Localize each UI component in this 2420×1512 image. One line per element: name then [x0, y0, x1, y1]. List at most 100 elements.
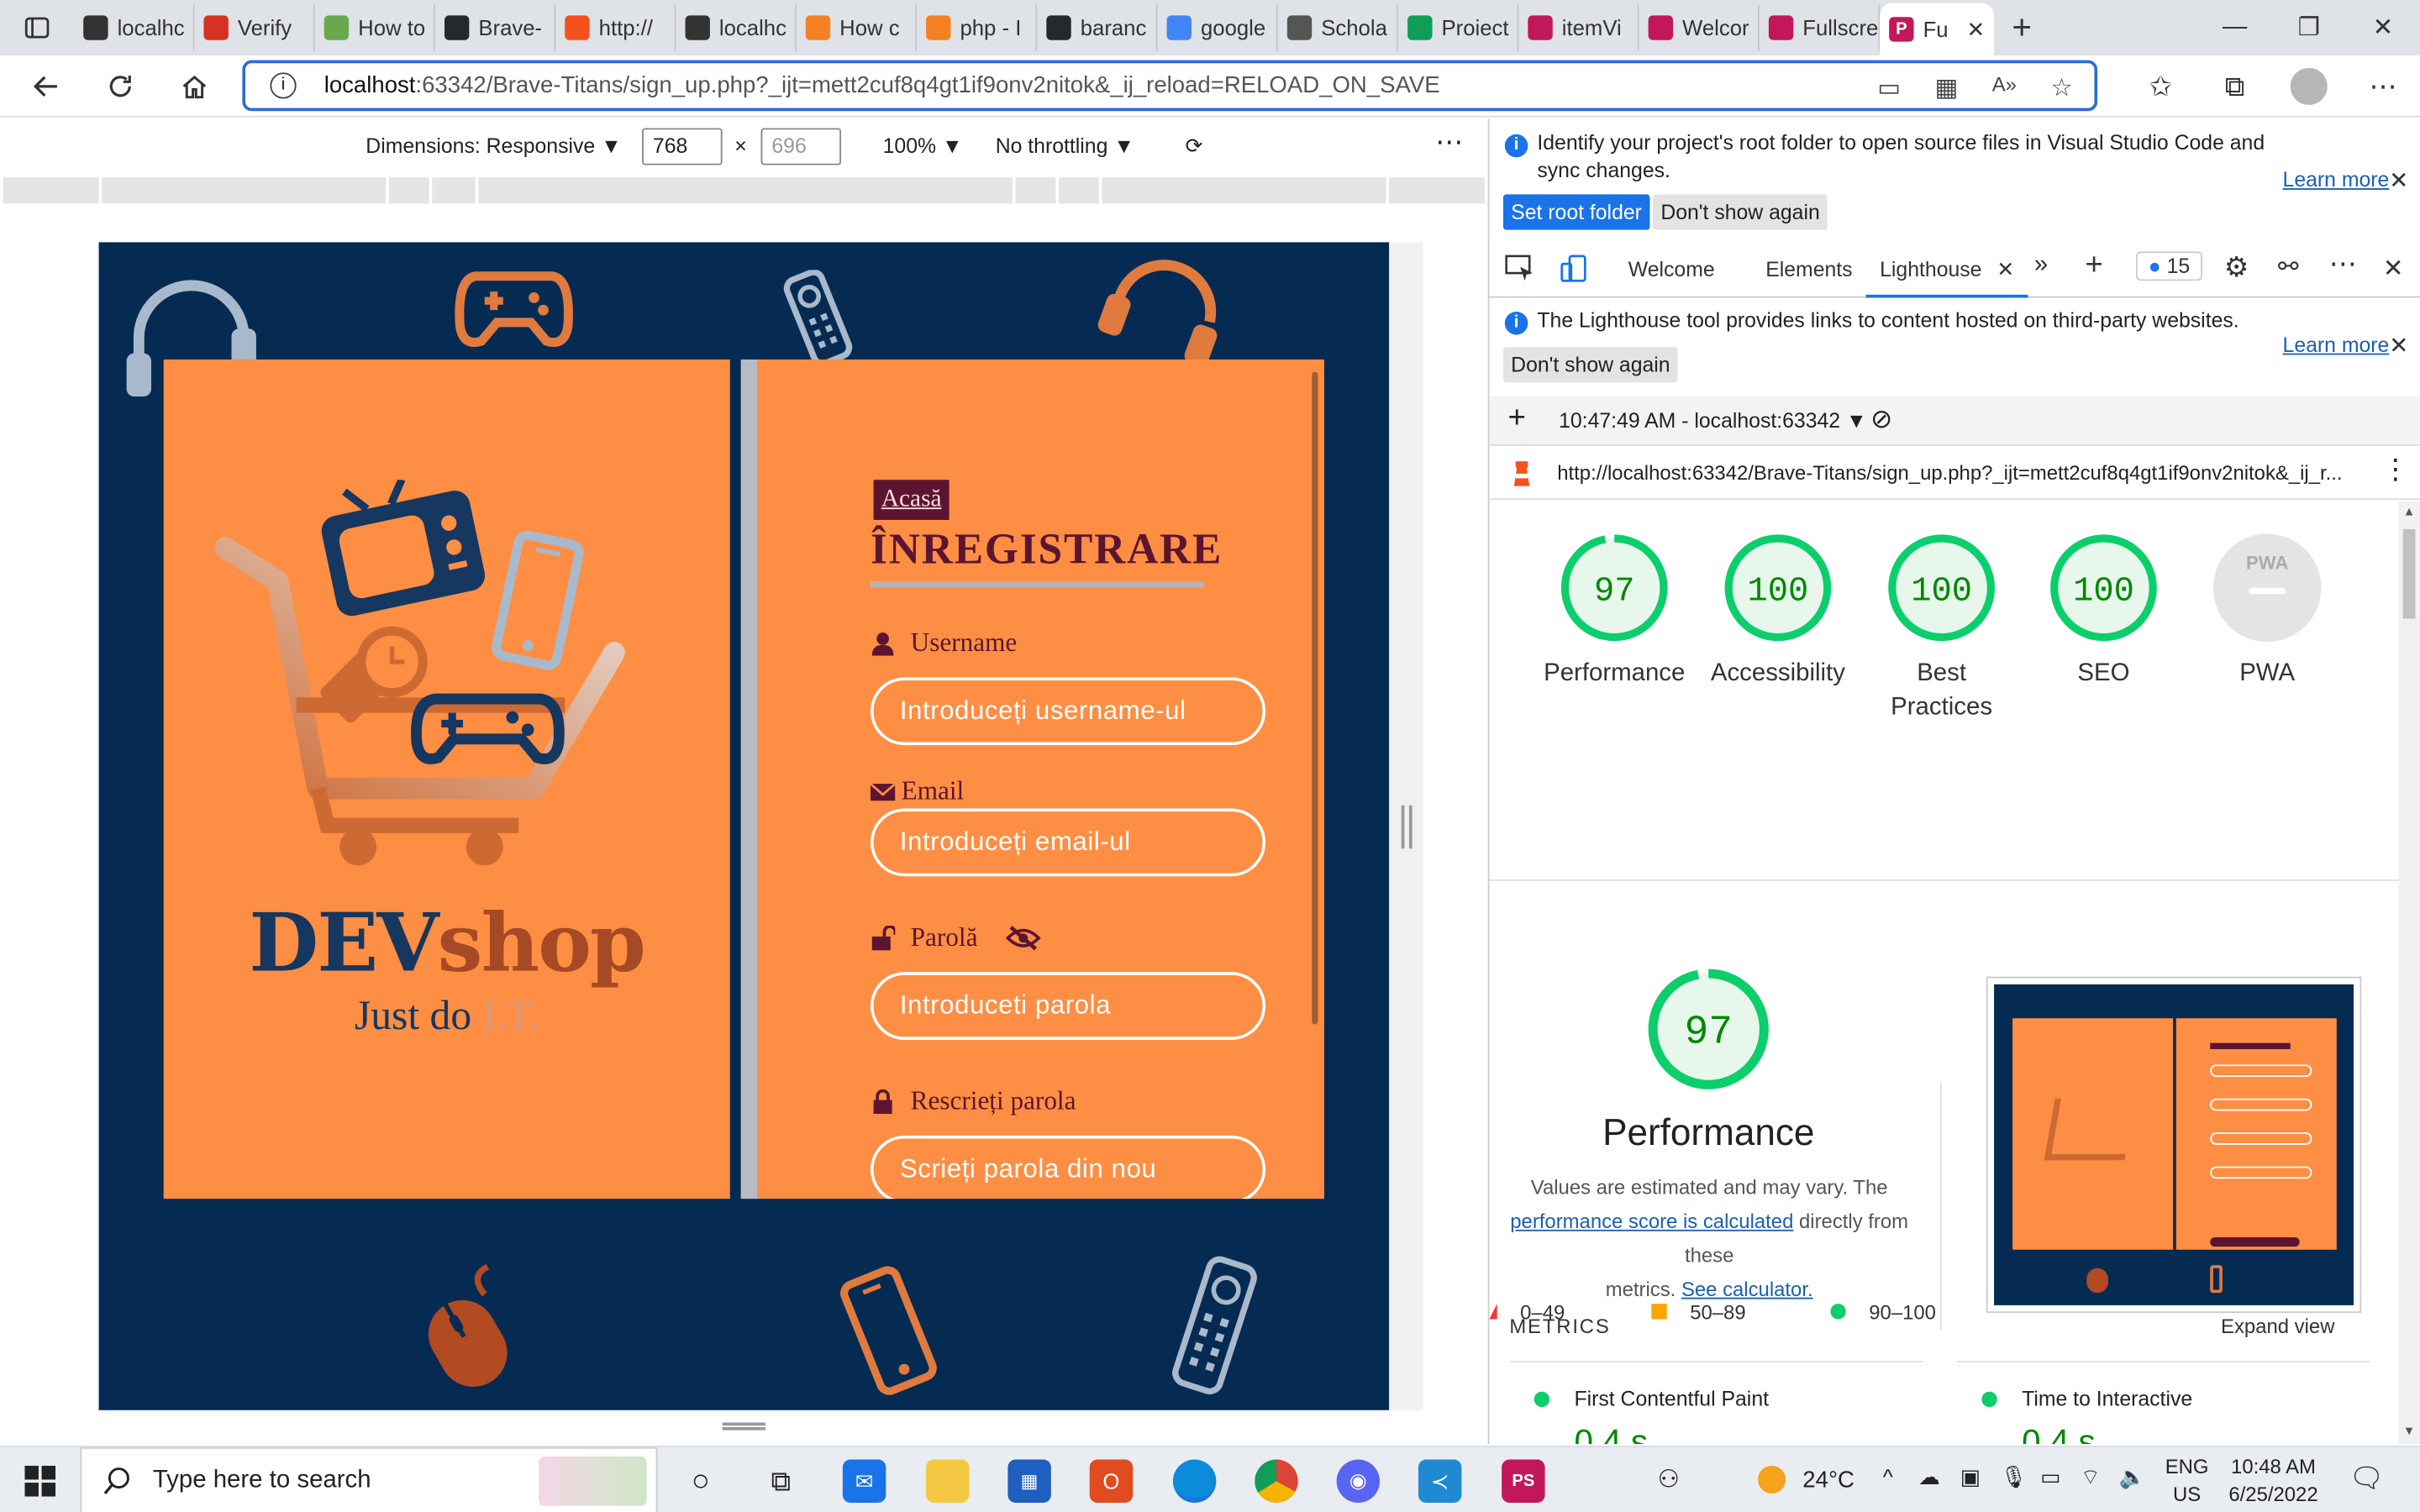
zoom-dropdown[interactable]: 100% ▼	[883, 134, 963, 158]
browser-tab[interactable]: Verify	[194, 4, 315, 51]
score-gauge-accessibility[interactable]: 100	[1723, 533, 1833, 651]
profile-avatar[interactable]	[2290, 67, 2328, 105]
store-icon[interactable]: ▦	[1007, 1459, 1051, 1503]
device-toggle-icon[interactable]	[1559, 255, 1590, 287]
close-tab-icon[interactable]: ✕	[1996, 258, 2014, 281]
browser-tab[interactable]: How to	[315, 4, 435, 51]
browser-tab[interactable]: Welcor	[1639, 4, 1760, 51]
office-icon[interactable]: O	[1089, 1459, 1134, 1503]
onedrive-icon[interactable]: ☁	[1918, 1464, 1940, 1512]
address-bar[interactable]: i localhost:63342/Brave-Titans/sign_up.p…	[242, 60, 2098, 112]
confirm-password-input[interactable]: Scrieți parola din nou	[870, 1135, 1266, 1200]
refresh-button[interactable]	[83, 55, 157, 117]
learn-more-link[interactable]: Learn more	[2283, 333, 2390, 357]
page-screenshot-thumbnail[interactable]	[1986, 976, 2362, 1314]
tab-lighthouse[interactable]: Lighthouse ✕	[1865, 257, 2028, 298]
score-gauge-performance[interactable]: 97	[1559, 533, 1670, 651]
set-root-folder-button[interactable]: Set root folder	[1502, 194, 1650, 230]
back-button[interactable]	[9, 55, 83, 117]
language-indicator[interactable]: ENG US	[2164, 1453, 2210, 1512]
task-view-icon[interactable]: ⧉	[760, 1460, 802, 1503]
meet-now-icon[interactable]: ▣	[1960, 1464, 1981, 1512]
app-available-icon[interactable]: ▭	[1877, 72, 1901, 103]
browser-tab[interactable]: Brave-	[435, 4, 556, 51]
add-favorite-icon[interactable]: ☆	[2050, 72, 2072, 103]
scroll-down-arrow-icon[interactable]: ▼	[2403, 1424, 2416, 1438]
performance-score-link[interactable]: performance score is calculated	[1510, 1210, 1793, 1233]
media-query-bar[interactable]	[3, 177, 1485, 204]
clock[interactable]: 10:48 AM 6/25/2022	[2223, 1453, 2324, 1512]
settings-more-icon[interactable]: ⋯	[2346, 71, 2420, 103]
rotate-icon[interactable]: ⟳	[1186, 134, 1203, 159]
home-link[interactable]: Acasă	[873, 480, 950, 520]
browser-tab[interactable]: Proiect	[1398, 4, 1519, 51]
add-tab-icon[interactable]: +	[2085, 249, 2102, 284]
battery-icon[interactable]: ▭	[2040, 1464, 2060, 1512]
browser-tab[interactable]: localhc	[676, 4, 797, 51]
scroll-up-arrow-icon[interactable]: ▲	[2403, 505, 2416, 519]
dont-show-again-button[interactable]: Don't show again	[1653, 194, 1828, 230]
weather-temp[interactable]: 24°C	[1802, 1467, 1854, 1512]
tab-active[interactable]: P Fu ✕	[1880, 3, 1995, 56]
vscode-icon[interactable]: ≺	[1418, 1459, 1462, 1503]
password-input[interactable]: Introduceti parola	[870, 972, 1266, 1040]
device-more-icon[interactable]: ⋯	[1435, 127, 1463, 160]
network-icon[interactable]: ⌔	[2081, 1464, 2101, 1512]
file-explorer-icon[interactable]	[926, 1459, 970, 1503]
bottom-resize-handle[interactable]	[722, 1422, 766, 1431]
connection-icon[interactable]: ⚯	[2278, 251, 2299, 282]
learn-more-link[interactable]: Learn more	[2283, 168, 2390, 192]
edge-icon[interactable]	[1172, 1459, 1217, 1503]
score-gauge-seo[interactable]: 100	[2048, 533, 2159, 651]
cortana-icon[interactable]: ○	[679, 1460, 722, 1503]
collections-icon[interactable]: ⧉	[2198, 71, 2272, 103]
browser-tab[interactable]: http://	[555, 4, 676, 51]
home-button[interactable]	[157, 55, 231, 117]
restore-icon[interactable]: ❐	[2272, 0, 2346, 55]
scrollbar-thumb[interactable]	[2402, 528, 2416, 619]
browser-tab[interactable]: Schola	[1278, 4, 1399, 51]
report-selector[interactable]: 10:47:49 AM - localhost:63342 ▼	[1559, 409, 1866, 433]
extensions-grid-icon[interactable]: ▦	[1935, 72, 1959, 103]
new-tab-button[interactable]: +	[1994, 8, 2049, 48]
windows-start-icon[interactable]	[24, 1465, 56, 1497]
tab-elements[interactable]: Elements	[1765, 258, 1852, 281]
viewport-resize-handle[interactable]	[1389, 242, 1423, 1410]
report-url[interactable]: http://localhost:63342/Brave-Titans/sign…	[1557, 461, 2360, 485]
dont-show-again-button[interactable]: Don't show again	[1502, 347, 1678, 383]
minimize-icon[interactable]: —	[2198, 0, 2272, 55]
site-info-icon[interactable]: i	[270, 72, 297, 99]
settings-gear-icon[interactable]: ⚙	[2224, 251, 2249, 284]
email-input[interactable]: Introduceți email-ul	[870, 808, 1266, 877]
mail-icon[interactable]: ✉	[842, 1459, 886, 1503]
form-scrollbar[interactable]	[1312, 371, 1318, 1025]
inspect-element-icon[interactable]	[1505, 255, 1536, 287]
score-gauge-pwa[interactable]: PWA	[2212, 533, 2323, 651]
tab-welcome[interactable]: Welcome	[1628, 258, 1715, 281]
discord-icon[interactable]: ◉	[1336, 1459, 1381, 1503]
eye-slash-icon[interactable]	[1006, 926, 1043, 951]
browser-tab[interactable]: google	[1158, 4, 1278, 51]
weather-sun-icon[interactable]	[1758, 1465, 1786, 1494]
browser-tab[interactable]: baranc	[1037, 4, 1158, 51]
close-notice-icon[interactable]: ✕	[2389, 332, 2408, 360]
tab-actions-icon[interactable]	[0, 0, 74, 55]
chrome-icon[interactable]	[1255, 1459, 1298, 1503]
issues-badge[interactable]: ● 15	[2136, 251, 2202, 281]
taskbar-search[interactable]: Type here to search	[80, 1446, 658, 1512]
close-notice-icon[interactable]: ✕	[2389, 166, 2408, 194]
close-window-icon[interactable]: ✕	[2346, 0, 2420, 55]
throttling-dropdown[interactable]: No throttling ▼	[996, 134, 1134, 158]
devtools-more-icon[interactable]: ⋯	[2329, 249, 2357, 281]
width-input[interactable]: 768	[642, 128, 723, 165]
volume-icon[interactable]: 🔈	[2119, 1464, 2146, 1512]
username-input[interactable]: Introduceți username-ul	[870, 677, 1266, 746]
dimensions-dropdown[interactable]: Dimensions: Responsive ▼	[366, 134, 621, 158]
read-aloud-icon[interactable]: A»	[1992, 72, 2017, 103]
phpstorm-icon[interactable]: PS	[1502, 1459, 1545, 1503]
expand-view-link[interactable]: Expand view	[2221, 1315, 2334, 1338]
favorites-icon[interactable]: ✩	[2123, 71, 2197, 103]
browser-tab[interactable]: Fullscre	[1760, 4, 1881, 51]
report-menu-icon[interactable]: ⋮	[2381, 454, 2409, 486]
score-gauge-best-practices[interactable]: 100	[1886, 533, 1996, 651]
